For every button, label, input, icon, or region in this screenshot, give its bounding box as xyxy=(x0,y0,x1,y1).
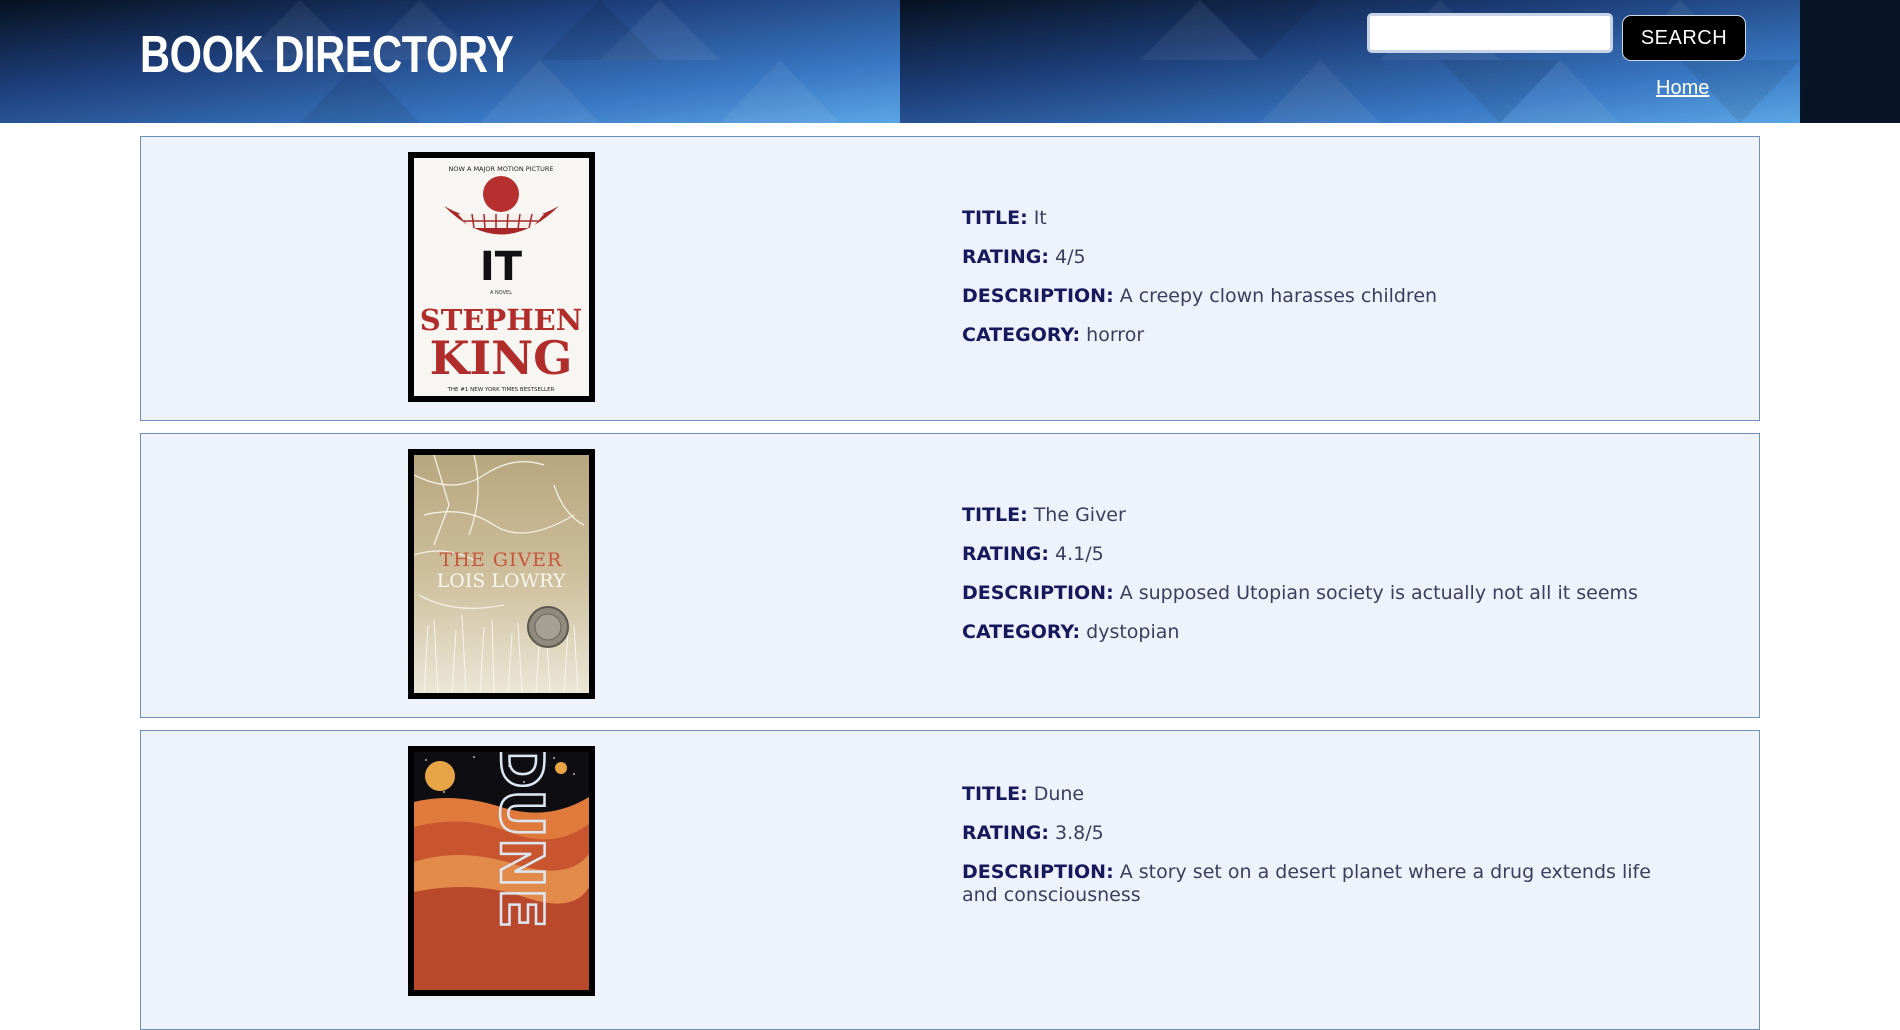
cover-subtitle: A NOVEL xyxy=(490,290,512,296)
book-category-line: CATEGORY: horror xyxy=(962,324,1437,347)
book-category-line: CATEGORY: dystopian xyxy=(962,621,1638,644)
book-description-line: DESCRIPTION: A supposed Utopian society i… xyxy=(962,582,1638,605)
book-info: TITLE: Dune RATING: 3.8/5 DESCRIPTION: A st… xyxy=(962,783,1692,923)
title-label: TITLE: xyxy=(962,504,1028,526)
book-description-line: DESCRIPTION: A story set on a desert plan… xyxy=(962,861,1692,907)
cover-author: LOIS LOWRY xyxy=(437,570,566,592)
cover-title: THE GIVER xyxy=(440,549,563,571)
search-input[interactable] xyxy=(1367,13,1613,53)
book-rating-value: 4/5 xyxy=(1054,246,1086,268)
book-cover-image: DUNE xyxy=(408,746,595,996)
book-card: THE GIVER LOIS LOWRY TITLE: The Giver RAT… xyxy=(140,433,1760,718)
title-label: TITLE: xyxy=(962,783,1028,805)
book-title-value: It xyxy=(1033,207,1047,229)
description-label: DESCRIPTION: xyxy=(962,861,1114,883)
book-description-line: DESCRIPTION: A creepy clown harasses chil… xyxy=(962,285,1437,308)
book-info: TITLE: It RATING: 4/5 DESCRIPTION: A creepy… xyxy=(962,207,1437,363)
book-card: NOW A MAJOR MOTION PICTURE IT A NOVEL ST… xyxy=(140,136,1760,421)
book-title-value: Dune xyxy=(1033,783,1085,805)
rating-label: RATING: xyxy=(962,822,1049,844)
cover-author-last: KING xyxy=(430,331,573,385)
search-button[interactable]: SEARCH xyxy=(1622,15,1746,61)
book-card: DUNE TITLE: Dune RATING: 3.8/5 DESCRIPTION… xyxy=(140,730,1760,1030)
cover-title: IT xyxy=(480,244,523,290)
book-info: TITLE: The Giver RATING: 4.1/5 DESCRIPTION… xyxy=(962,504,1638,660)
cover-footer: THE #1 NEW YORK TIMES BESTSELLER xyxy=(447,387,555,393)
category-label: CATEGORY: xyxy=(962,324,1081,346)
description-label: DESCRIPTION: xyxy=(962,582,1114,604)
book-title-line: TITLE: The Giver xyxy=(962,504,1638,527)
cover-title: DUNE xyxy=(486,752,556,929)
site-title: BOOK DIRECTORY xyxy=(140,26,514,84)
description-label: DESCRIPTION: xyxy=(962,285,1114,307)
sun-shape xyxy=(425,761,455,791)
clown-nose-shape xyxy=(483,176,519,212)
site-header: BOOK DIRECTORY SEARCH Home xyxy=(0,0,1900,123)
book-title-line: TITLE: Dune xyxy=(962,783,1692,806)
book-description-value: A creepy clown harasses children xyxy=(1119,285,1438,307)
book-category-value: horror xyxy=(1086,324,1145,346)
rating-label: RATING: xyxy=(962,246,1049,268)
book-category-value: dystopian xyxy=(1086,621,1180,643)
book-title-line: TITLE: It xyxy=(962,207,1437,230)
title-label: TITLE: xyxy=(962,207,1028,229)
rating-label: RATING: xyxy=(962,543,1049,565)
book-rating-value: 3.8/5 xyxy=(1054,822,1104,844)
book-rating-line: RATING: 3.8/5 xyxy=(962,822,1692,845)
book-title-value: The Giver xyxy=(1033,504,1126,526)
book-rating-line: RATING: 4/5 xyxy=(962,246,1437,269)
nav-home-link[interactable]: Home xyxy=(1656,77,1709,100)
category-label: CATEGORY: xyxy=(962,621,1081,643)
book-description-value: A supposed Utopian society is actually n… xyxy=(1119,582,1638,604)
book-cover-image: NOW A MAJOR MOTION PICTURE IT A NOVEL ST… xyxy=(408,152,595,402)
cover-tagline: NOW A MAJOR MOTION PICTURE xyxy=(448,165,553,173)
book-rating-value: 4.1/5 xyxy=(1054,543,1104,565)
book-rating-line: RATING: 4.1/5 xyxy=(962,543,1638,566)
book-cover-image: THE GIVER LOIS LOWRY xyxy=(408,449,595,699)
